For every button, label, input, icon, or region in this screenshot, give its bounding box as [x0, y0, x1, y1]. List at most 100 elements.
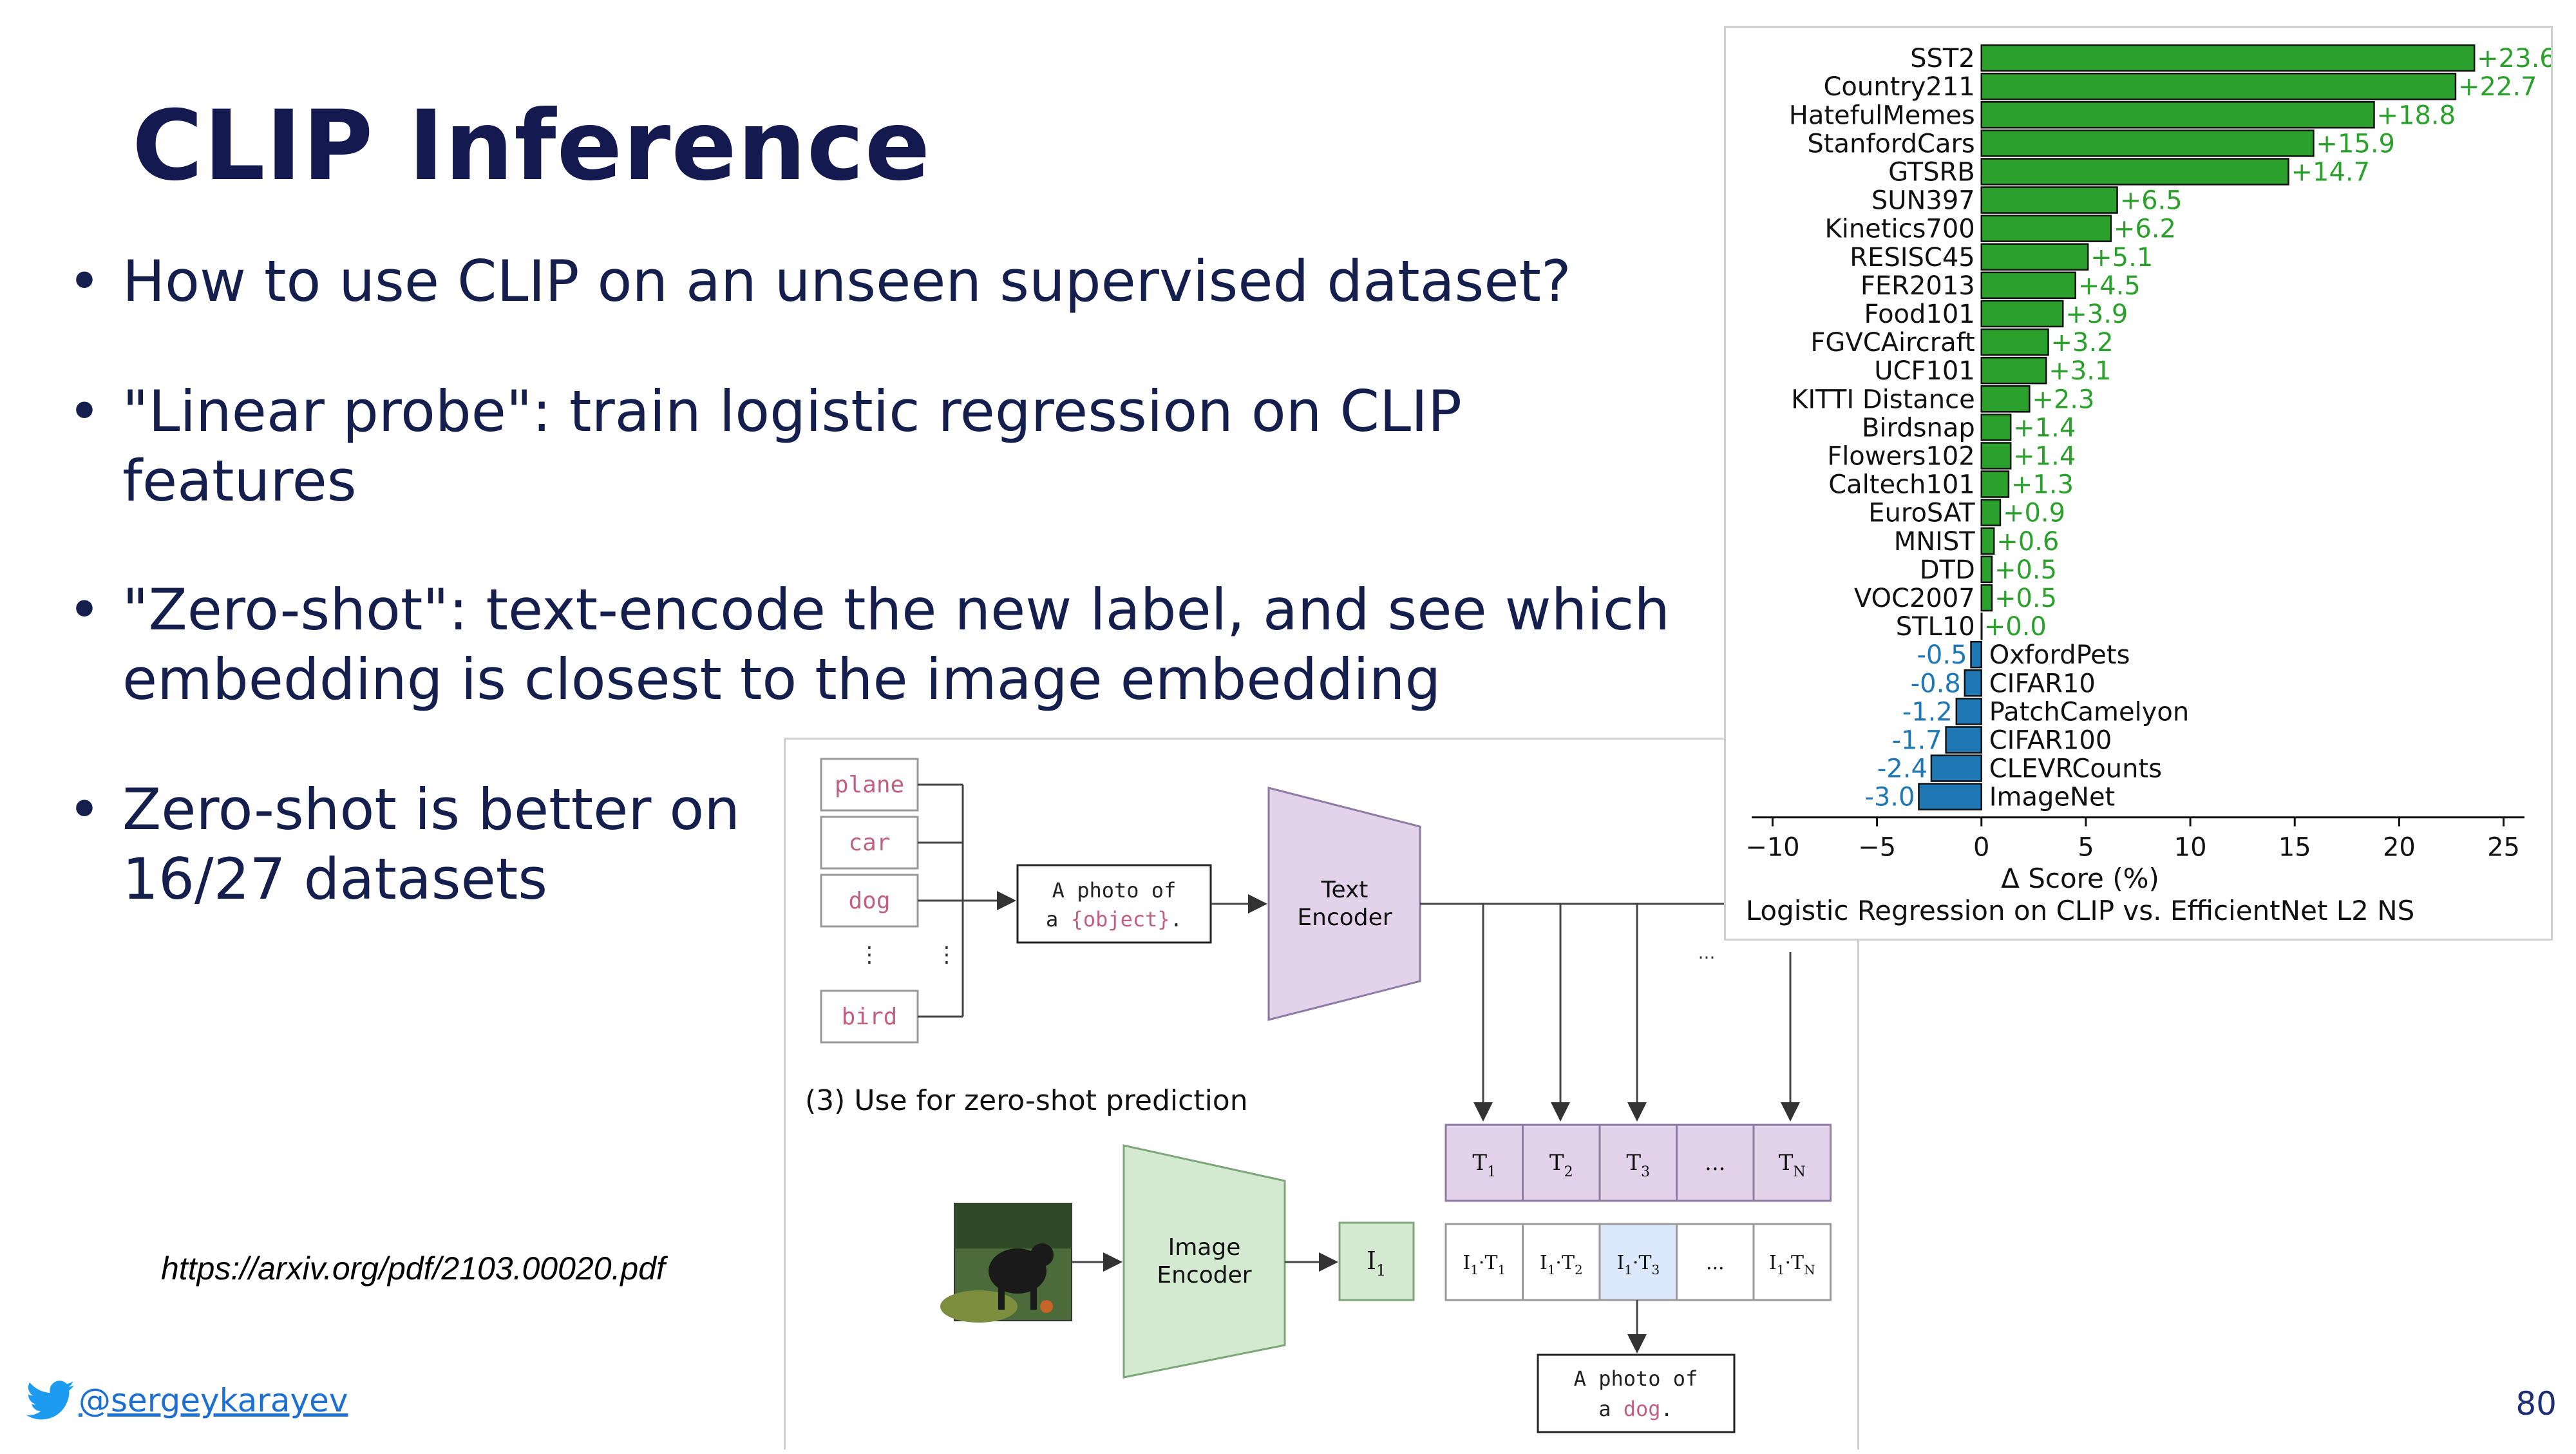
- class-text-dog: dog: [848, 888, 890, 914]
- similarity-row: I1·T1 I1·T2 I1·T3... I1·TN: [1444, 1223, 1832, 1301]
- class-ellipsis: ⋮: [858, 942, 880, 968]
- bar-category-label: CIFAR100: [1989, 725, 2112, 755]
- bar-value-label: +4.5: [2078, 271, 2141, 301]
- class-label-bird: bird: [820, 990, 919, 1044]
- predicted-caption-line-1: A photo of: [1574, 1366, 1698, 1391]
- bullet-4-line-1: Zero-shot is better on: [122, 776, 741, 843]
- class-text-car: car: [848, 830, 890, 856]
- x-tick-label: −5: [1858, 833, 1896, 863]
- class-bracket: [918, 783, 1016, 1018]
- bar-value-label: -0.8: [1911, 669, 1961, 698]
- bar-value-label: +0.6: [1996, 527, 2059, 557]
- bar-value-label: +1.4: [2013, 441, 2076, 471]
- bar-resisc45: [1980, 243, 2089, 271]
- chart-title: Logistic Regression on CLIP vs. Efficien…: [1746, 895, 2415, 926]
- bar-value-label: +0.5: [1994, 555, 2057, 585]
- paper-url[interactable]: https://arxiv.org/pdf/2103.00020.pdf: [161, 1250, 665, 1287]
- text-embedding-cell: T2: [1522, 1124, 1601, 1202]
- bar-category-label: CIFAR10: [1989, 669, 2096, 698]
- image-embedding-i1: I1: [1338, 1221, 1415, 1301]
- bar-birdsnap: [1980, 414, 2012, 441]
- dog-photo: [940, 1203, 1072, 1323]
- bar-fgvcaircraft: [1980, 328, 2049, 356]
- bar-category-label: EuroSAT: [1868, 499, 1975, 528]
- bird-icon: [26, 1381, 75, 1420]
- text-embedding-cell: T1: [1444, 1124, 1524, 1202]
- bar-dtd: [1980, 555, 1993, 584]
- similarity-cell: I1·T2: [1522, 1223, 1601, 1301]
- bar-cifar10: [1964, 669, 1983, 697]
- text-embedding-cell: TN: [1752, 1124, 1832, 1202]
- x-tick-label: −10: [1745, 833, 1799, 863]
- bar-kitti-distance: [1980, 385, 2031, 413]
- slide-title: CLIP Inference: [132, 90, 931, 202]
- bar-value-label: +3.9: [2065, 300, 2128, 329]
- bar-value-label: -0.5: [1917, 640, 1967, 670]
- bar-flowers102: [1980, 442, 2012, 470]
- bar-value-label: +6.5: [2120, 186, 2183, 216]
- bar-category-label: RESISC45: [1850, 243, 1975, 273]
- bar-ucf101: [1980, 356, 2047, 385]
- bar-value-label: +0.5: [1994, 584, 2057, 613]
- twitter-link[interactable]: @sergeykarayev: [26, 1381, 348, 1421]
- bar-value-label: +0.0: [1984, 612, 2047, 642]
- bar-hatefulmemes: [1980, 101, 2375, 129]
- text-embedding-cell: ...: [1676, 1124, 1755, 1202]
- class-text-bird: bird: [842, 1004, 898, 1030]
- bullet-2-line-2: features: [122, 448, 357, 514]
- bar-category-label: UCF101: [1874, 356, 1975, 386]
- bullet-dot: •: [68, 776, 101, 843]
- bar-category-label: Flowers102: [1827, 441, 1975, 471]
- bar-stanfordcars: [1980, 129, 2315, 157]
- bar-category-label: SUN397: [1871, 186, 1975, 216]
- page-number: 80: [2515, 1385, 2557, 1422]
- bullet-1-line-1: How to use CLIP on an unseen supervised …: [122, 248, 1571, 314]
- bar-category-label: KITTI Distance: [1791, 385, 1975, 414]
- text-encoder-label-1: Text: [1321, 877, 1368, 903]
- bar-category-label: OxfordPets: [1989, 640, 2130, 670]
- bar-voc2007: [1980, 584, 1993, 612]
- bar-oxfordpets: [1970, 640, 1983, 669]
- text-encoder: Text Encoder: [1267, 787, 1421, 1021]
- bar-value-label: -2.4: [1877, 754, 1927, 784]
- bar-value-label: +2.3: [2032, 385, 2094, 414]
- bar-category-label: Birdsnap: [1862, 413, 1975, 443]
- bar-clevrcounts: [1930, 754, 1983, 782]
- embedding-ellipsis: ...: [1698, 942, 1716, 963]
- text-embedding-row: T1 T2 T3... TN: [1444, 1124, 1832, 1202]
- bar-sst2: [1980, 44, 2476, 72]
- bar-value-label: +23.6: [2477, 44, 2551, 73]
- chart-canvas: SST2 +23.6 Country211 +22.7 HatefulMemes +18.…: [1745, 44, 2556, 926]
- bullet-dot: •: [68, 577, 101, 643]
- bar-value-label: +1.3: [2011, 470, 2074, 500]
- bullet-2-line-1: "Linear probe": train logistic regressio…: [122, 378, 1462, 445]
- image-encoder-label-1: Image: [1168, 1234, 1241, 1261]
- bar-category-label: CLEVRCounts: [1989, 754, 2162, 784]
- bar-value-label: +14.7: [2291, 157, 2371, 187]
- prompt-line-2: a {object}.: [1046, 907, 1182, 932]
- bar-category-label: Caltech101: [1828, 470, 1975, 500]
- bullet-dot: •: [68, 248, 101, 314]
- class-label-car: car: [820, 816, 919, 870]
- bar-category-label: MNIST: [1894, 527, 1976, 557]
- x-tick-label: 10: [2174, 833, 2207, 863]
- bar-category-label: FER2013: [1861, 271, 1975, 301]
- bar-gtsrb: [1980, 158, 2289, 186]
- bar-category-label: ImageNet: [1989, 783, 2116, 812]
- x-tick-label: 0: [1973, 833, 1989, 863]
- bullet-dot: •: [68, 378, 101, 445]
- clip-zero-shot-diagram: plane car dog ⋮ ⋮ bird A photo of a {obj…: [784, 738, 1859, 1449]
- linear-probe-bar-chart: SST2 +23.6 Country211 +22.7 HatefulMemes +18.…: [1724, 26, 2556, 941]
- bar-imagenet: [1918, 783, 1983, 810]
- twitter-handle[interactable]: @sergeykarayev: [79, 1382, 348, 1419]
- class-text-plane: plane: [835, 772, 904, 798]
- zero-shot-step-label: (3) Use for zero-shot prediction: [805, 1084, 1248, 1117]
- bar-category-label: FGVCAircraft: [1810, 328, 1975, 358]
- bar-value-label: +0.9: [2003, 499, 2065, 528]
- image-encoder: Image Encoder: [1122, 1144, 1286, 1379]
- bar-country211: [1980, 72, 2457, 100]
- class-label-dog: dog: [820, 874, 919, 928]
- similarity-cell: I1·TN: [1752, 1223, 1832, 1301]
- bar-value-label: +5.1: [2090, 243, 2153, 273]
- bullet-3-line-1: "Zero-shot": text-encode the new label, …: [122, 577, 1670, 643]
